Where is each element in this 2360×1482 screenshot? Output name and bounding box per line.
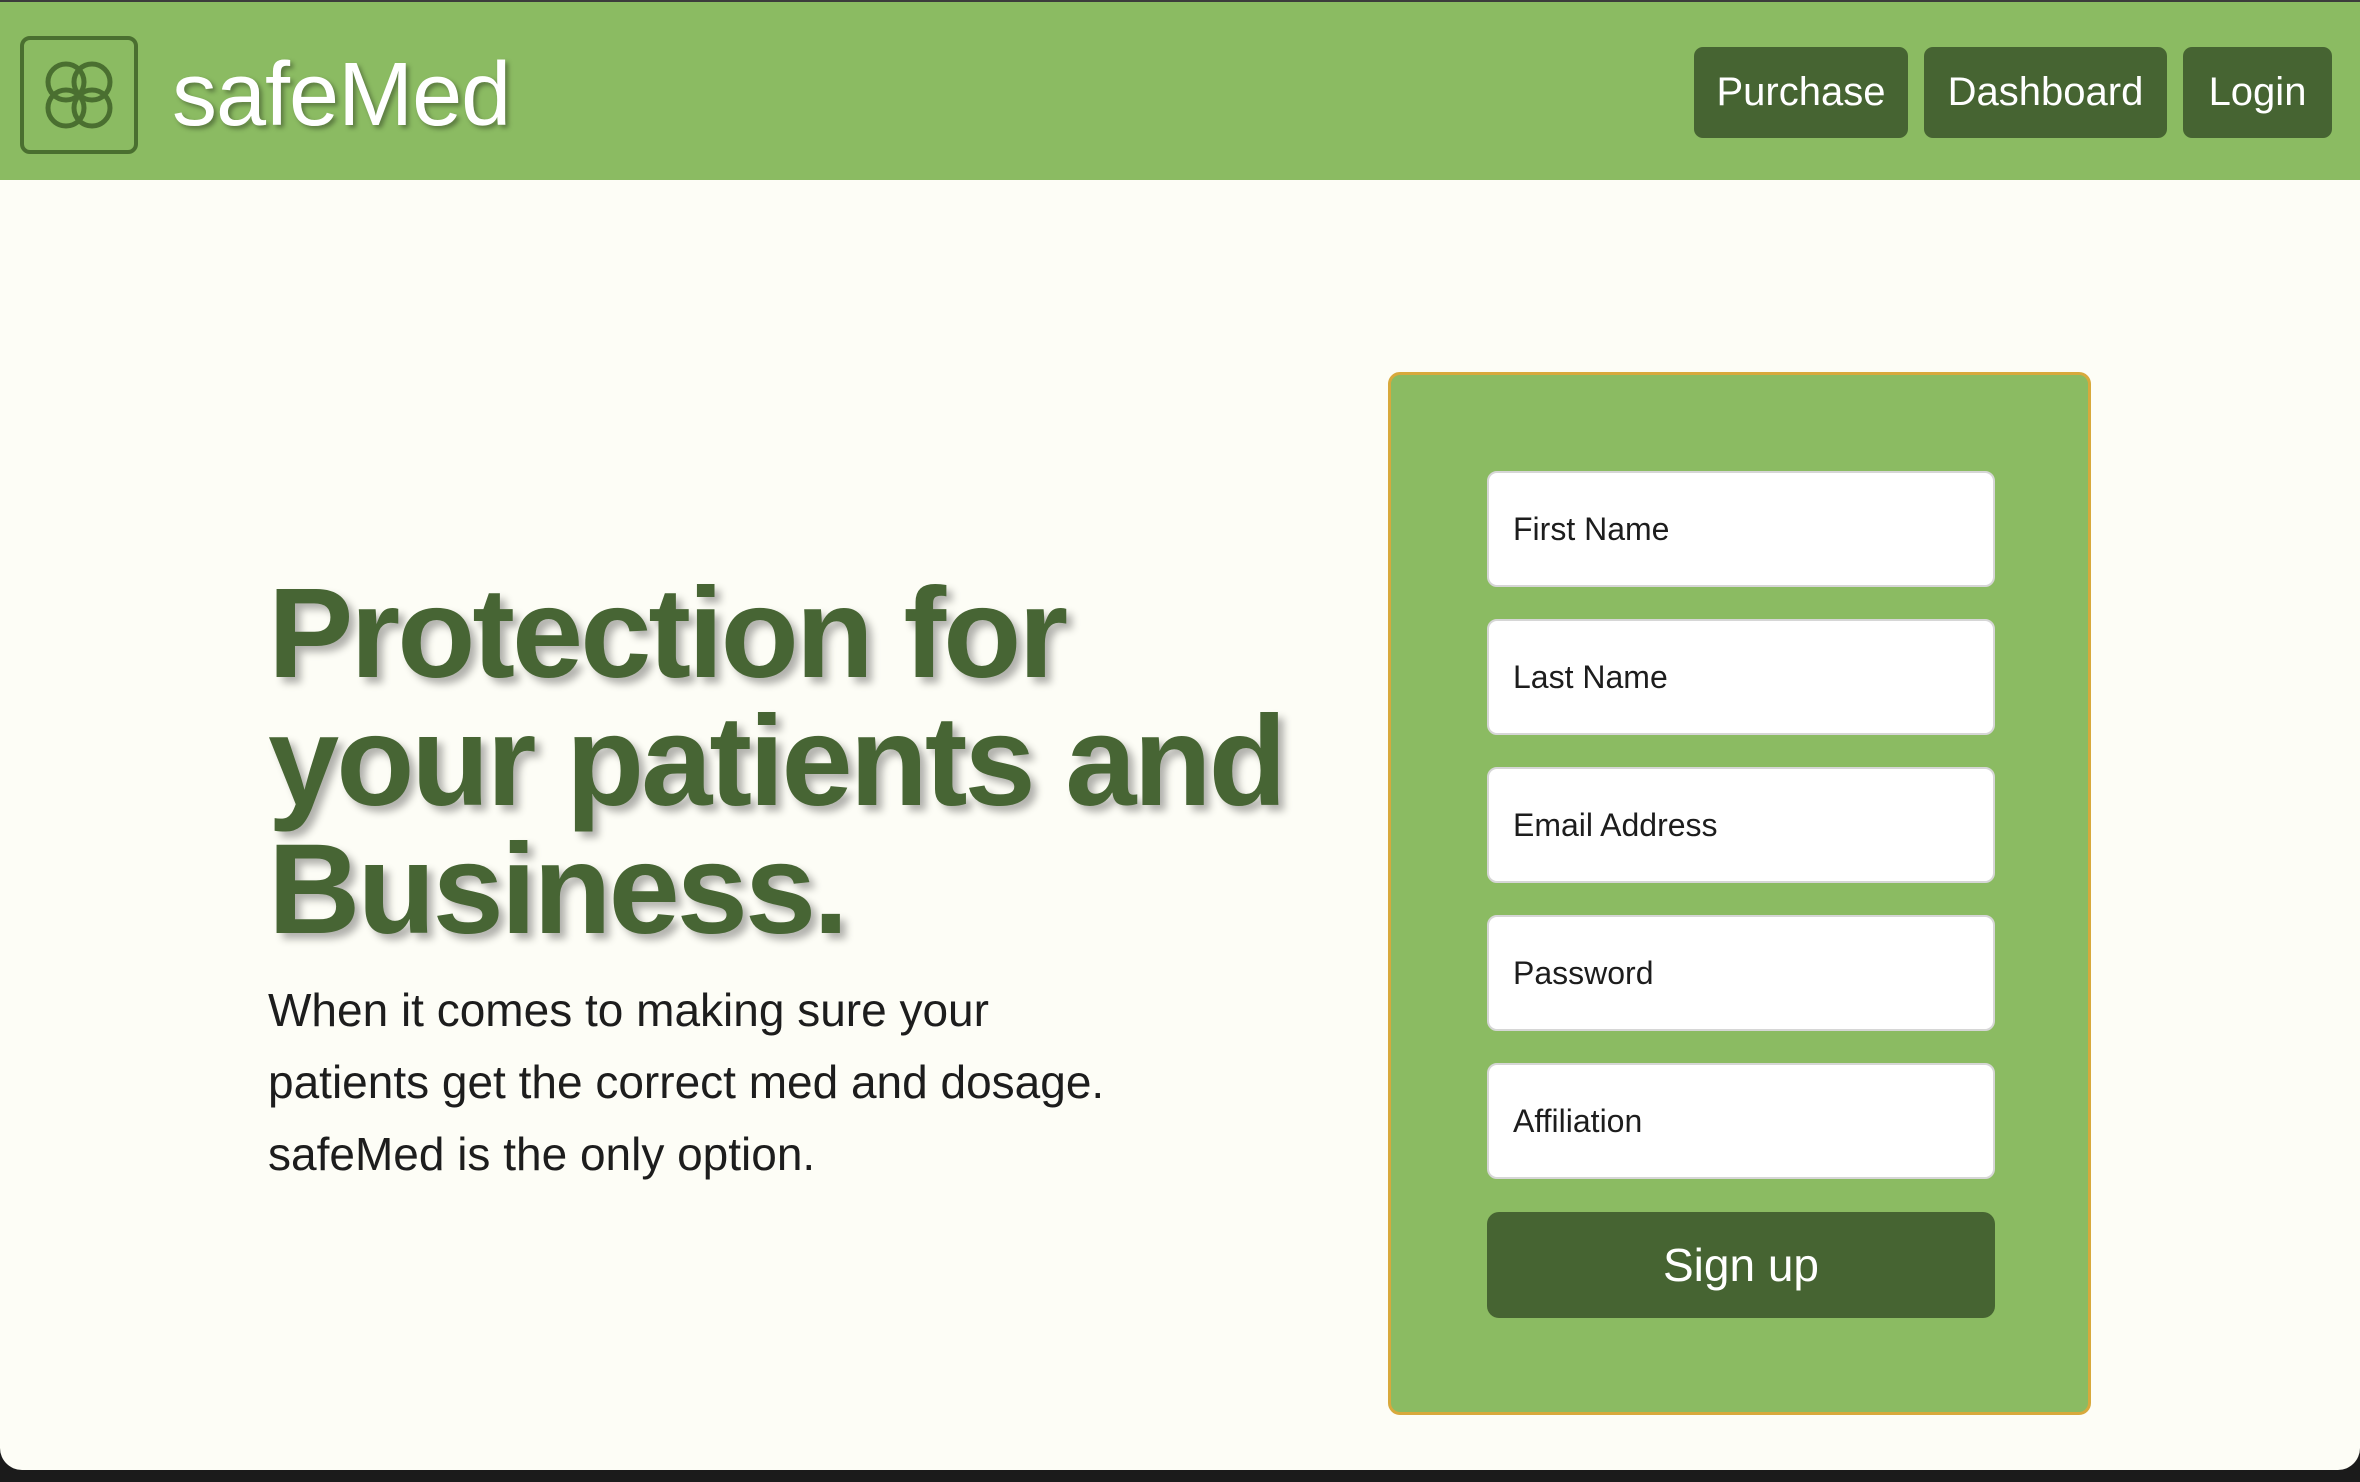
logo-graphic [45,61,113,129]
hero-description-line-1: When it comes to making sure your [268,984,989,1036]
hero-title-line-2: your patients and [268,690,1287,833]
affiliation-field[interactable] [1487,1063,1995,1179]
browser-page: safeMed Purchase Dashboard Login Protect… [0,0,2360,1470]
sign-up-button[interactable]: Sign up [1487,1212,1995,1318]
hero-description-line-3: safeMed is the only option. [268,1128,816,1180]
login-button[interactable]: Login [2183,47,2332,138]
hero-title: Protection for your patients and Busines… [268,570,1318,954]
dashboard-button[interactable]: Dashboard [1924,47,2167,138]
hero-section: Protection for your patients and Busines… [268,570,1318,1190]
four-circles-logo-icon[interactable] [20,36,138,154]
hero-description-line-2: patients get the correct med and dosage. [268,1056,1105,1108]
email-field[interactable] [1487,767,1995,883]
hero-title-line-3: Business. [268,818,849,961]
last-name-field[interactable] [1487,619,1995,735]
hero-title-line-1: Protection for [268,562,1068,705]
brand-name[interactable]: safeMed [172,40,511,150]
password-field[interactable] [1487,915,1995,1031]
hero-description: When it comes to making sure your patien… [268,974,1168,1190]
purchase-button[interactable]: Purchase [1694,47,1908,138]
signup-form: Sign up [1388,372,2091,1415]
first-name-field[interactable] [1487,471,1995,587]
navbar: safeMed Purchase Dashboard Login [0,0,2360,180]
